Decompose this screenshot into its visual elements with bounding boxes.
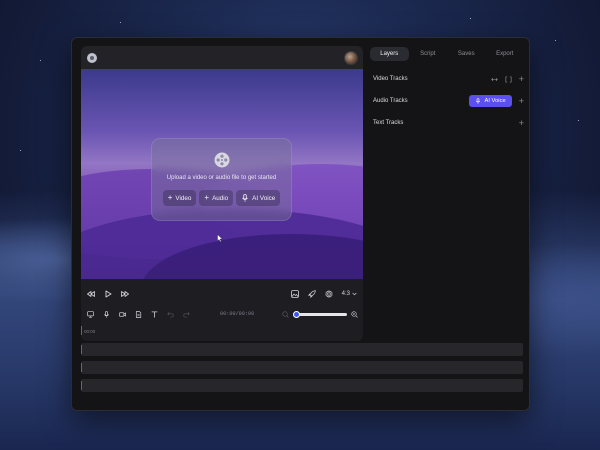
text-tracks-label: Text Tracks: [373, 120, 404, 126]
split-icon[interactable]: [505, 76, 512, 83]
preview-panel: Upload a video or audio file to get star…: [81, 46, 363, 341]
cursor-icon: [217, 234, 223, 242]
mic-icon[interactable]: [103, 310, 110, 318]
star: [555, 40, 556, 41]
add-text-track-button[interactable]: +: [519, 119, 524, 128]
upload-audio-button[interactable]: + Audio: [199, 190, 234, 206]
film-reel-icon: [214, 152, 229, 168]
logo-icon[interactable]: [87, 52, 97, 63]
playhead[interactable]: [81, 326, 82, 335]
redo-icon[interactable]: [183, 311, 190, 318]
gear-icon[interactable]: [325, 290, 333, 298]
avatar[interactable]: [344, 50, 358, 65]
plus-icon: +: [204, 193, 210, 202]
star: [20, 150, 21, 151]
tab-layers[interactable]: Layers: [370, 47, 409, 61]
timeline-track[interactable]: [81, 361, 523, 374]
star: [120, 22, 121, 23]
ai-voice-label: AI Voice: [252, 194, 276, 202]
ai-voice-track-button[interactable]: AI Voice: [469, 95, 512, 107]
timeline-ruler[interactable]: 00:00: [81, 326, 523, 338]
upload-prompt: Upload a video or audio file to get star…: [166, 175, 277, 181]
video-tracks-label: Video Tracks: [373, 76, 408, 82]
star: [40, 60, 41, 61]
star: [578, 120, 579, 121]
zoom-in-icon[interactable]: [351, 310, 358, 318]
preview-topbar: [81, 46, 363, 69]
mic-icon: [242, 194, 248, 202]
add-audio-track-button[interactable]: +: [519, 97, 524, 106]
playback-controls: 4:3: [81, 279, 363, 309]
chevron-down-icon: [352, 292, 357, 296]
image-icon[interactable]: [290, 290, 299, 298]
video-tracks-row: Video Tracks +: [370, 68, 524, 90]
skip-forward-icon[interactable]: [121, 290, 129, 298]
zoom-slider-knob[interactable]: [293, 310, 300, 318]
panel-tabs: Layers Script Saves Export: [370, 46, 524, 62]
zoom-out-icon[interactable]: [282, 310, 289, 318]
play-icon[interactable]: [104, 290, 112, 298]
plus-icon: +: [167, 193, 173, 202]
audio-tracks-row: Audio Tracks AI Voice +: [370, 90, 524, 112]
ai-voice-button[interactable]: AI Voice: [236, 190, 281, 206]
aspect-ratio-select[interactable]: 4:3: [342, 291, 357, 297]
ruler-start-label: 00:00: [84, 329, 96, 334]
skip-back-icon[interactable]: [87, 290, 95, 298]
zoom-slider[interactable]: [293, 310, 347, 318]
editing-toolbar: 00:00/00:00: [81, 307, 363, 321]
star: [470, 18, 471, 19]
monitor-icon[interactable]: [87, 310, 94, 318]
text-tracks-row: Text Tracks +: [370, 112, 524, 134]
tab-export[interactable]: Export: [486, 47, 525, 61]
upload-video-button[interactable]: + Video: [162, 190, 197, 206]
ai-voice-track-label: AI Voice: [484, 98, 506, 104]
zoom-control: [282, 310, 358, 318]
timeline-track[interactable]: [81, 379, 523, 392]
document-icon[interactable]: [135, 310, 142, 318]
video-camera-icon[interactable]: [119, 311, 126, 318]
timeline-track[interactable]: [81, 343, 523, 356]
undo-icon[interactable]: [167, 311, 174, 318]
text-icon[interactable]: [151, 310, 158, 318]
timecode: 00:00/00:00: [220, 311, 255, 317]
upload-card[interactable]: Upload a video or audio file to get star…: [151, 138, 292, 221]
upload-video-label: Video: [175, 194, 192, 202]
audio-tracks-label: Audio Tracks: [373, 98, 408, 104]
layers-panel: Layers Script Saves Export Video Tracks …: [370, 46, 524, 216]
swap-icon[interactable]: [491, 76, 498, 83]
tab-script[interactable]: Script: [409, 47, 448, 61]
tab-saves[interactable]: Saves: [447, 47, 486, 61]
rocket-icon[interactable]: [307, 290, 316, 298]
aspect-ratio-value: 4:3: [341, 291, 350, 297]
video-preview: Upload a video or audio file to get star…: [81, 69, 363, 279]
upload-audio-label: Audio: [212, 194, 229, 202]
timeline[interactable]: 00:00: [81, 326, 523, 404]
app-window: Upload a video or audio file to get star…: [71, 37, 530, 411]
mic-icon: [476, 98, 481, 104]
add-video-track-button[interactable]: +: [519, 75, 524, 84]
